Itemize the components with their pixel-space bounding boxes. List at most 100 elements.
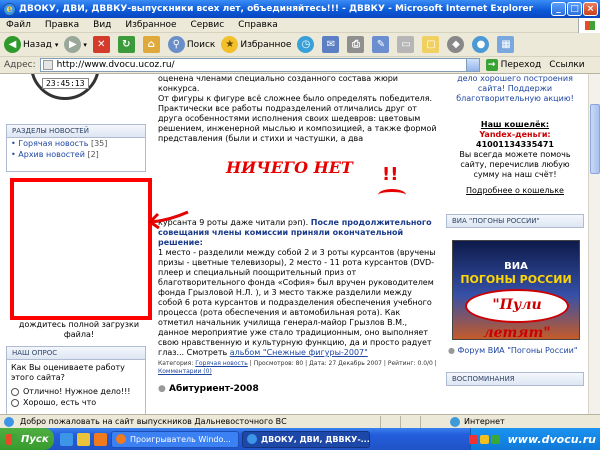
edit-button[interactable]: ✎ (372, 36, 391, 53)
forward-button[interactable]: ▶ ▾ (64, 36, 87, 53)
home-button[interactable]: ⌂ (142, 36, 162, 53)
start-button[interactable]: Пуск (0, 428, 54, 450)
research-icon: ▦ (497, 36, 515, 53)
tray-icon[interactable] (490, 434, 500, 444)
mail-button[interactable]: ✉ (322, 36, 341, 53)
print-button[interactable]: ⎙ (347, 36, 366, 53)
search-label: Поиск (186, 39, 216, 50)
menu-file[interactable]: Файл (6, 20, 31, 30)
back-button[interactable]: ◀ Назад ▾ (4, 36, 58, 53)
security-zone: Интернет (450, 416, 505, 427)
address-url: http://www.dvocu.ucoz.ru/ (56, 60, 175, 70)
news-sections-panel: • Горячая новость [35] • Архив новостей … (6, 138, 146, 172)
taskbar: Пуск Проигрыватель Windo... ДВОКУ, ДВИ, … (0, 428, 600, 450)
address-label: Адрес: (4, 60, 36, 70)
menu-view[interactable]: Вид (93, 20, 111, 30)
media-quicklaunch-icon[interactable] (94, 432, 107, 446)
tray-icon[interactable] (468, 434, 478, 444)
address-dropdown-icon[interactable] (465, 59, 479, 71)
task-media-player[interactable]: Проигрыватель Windo... (111, 430, 239, 448)
page-status-icon (4, 416, 14, 427)
favorites-button[interactable]: ★ Избранное (221, 36, 291, 53)
refresh-button[interactable]: ↻ (117, 36, 137, 53)
poll-panel: Как Вы оцениваете работу этого сайта? От… (6, 360, 146, 414)
desktop-quicklaunch-icon[interactable] (77, 432, 90, 446)
go-label: Переход (500, 60, 542, 70)
discuss-icon: ▭ (397, 36, 415, 53)
nothing-here-overlay: НИЧЕГО НЕТ (226, 158, 353, 177)
task-ie-window[interactable]: ДВОКУ, ДВИ, ДВВКУ-... (242, 430, 370, 448)
system-tray: www.dvocu.ru (468, 428, 600, 450)
comments-link[interactable]: Комментарии (0) (158, 368, 212, 375)
menu-tools[interactable]: Сервис (191, 20, 225, 30)
forward-arrow-icon: ▶ (64, 36, 82, 53)
history-button[interactable]: ◷ (297, 36, 316, 53)
radio-icon[interactable] (11, 387, 19, 396)
left-column: 23:45:13 calo РАЗДЕЛЫ НОВОСТЕЙ • Горячая… (0, 74, 152, 414)
favorites-star-icon: ★ (221, 36, 239, 53)
category-link[interactable]: Горячая новость (195, 360, 248, 367)
address-input[interactable]: http://www.dvocu.ucoz.ru/ (39, 58, 480, 72)
stop-button[interactable]: ✕ (92, 36, 112, 53)
quick-launch (60, 432, 111, 446)
history-icon: ◷ (297, 36, 315, 53)
page-favicon-icon (42, 60, 53, 70)
article-text-1: оценена членами специально созданного со… (158, 74, 398, 93)
title-bar[interactable]: e ДВОКУ, ДВИ, ДВВКУ-выпускники всех лет,… (0, 0, 600, 18)
minimize-button[interactable]: _ (551, 2, 566, 16)
links-button[interactable]: Ссылки (549, 60, 584, 70)
article-text-3: Практически все работы подразделений отл… (158, 104, 437, 143)
next-article-title[interactable]: ● Абитуриент-2008 (154, 384, 442, 394)
tray-icon[interactable] (479, 434, 489, 444)
refresh-icon: ↻ (117, 36, 135, 53)
menu-help[interactable]: Справка (238, 20, 278, 30)
clock-widget: 23:45:13 calo (30, 74, 130, 100)
page-content[interactable]: 23:45:13 calo РАЗДЕЛЫ НОВОСТЕЙ • Горячая… (0, 74, 600, 414)
wallet-number: 41001134335471 (476, 140, 554, 149)
poll-header: НАШ ОПРОС (6, 346, 146, 360)
folder-button[interactable]: ▢ (422, 36, 441, 53)
ie-logo-icon: e (3, 2, 16, 16)
maximize-button[interactable]: □ (567, 2, 582, 16)
ie-quicklaunch-icon[interactable] (60, 432, 73, 446)
scrollbar-thumb[interactable] (590, 104, 600, 174)
research-button[interactable]: ▦ (497, 36, 516, 53)
charity-link[interactable]: дело хорошего построения сайта! Поддержи… (444, 74, 586, 104)
album-link[interactable]: альбом "Снежные фигуры-2007" (230, 348, 368, 357)
back-label: Назад (23, 39, 52, 50)
search-button[interactable]: ⚲ Поиск (167, 36, 216, 53)
red-curve-mark (378, 189, 406, 201)
go-button[interactable]: → Переход (485, 59, 542, 71)
radio-icon[interactable] (11, 398, 19, 407)
via-banner[interactable]: ВИА ПОГОНЫ РОССИИ "Пули летят" (452, 240, 580, 341)
vertical-scrollbar[interactable] (588, 74, 600, 414)
windows-logo-icon (6, 433, 17, 445)
article-text-4: курсанта 9 роты даже читали рэп). После … (158, 218, 432, 247)
menu-edit[interactable]: Правка (45, 20, 79, 30)
forward-dropdown-icon[interactable]: ▾ (83, 41, 87, 49)
memories-header: ВОСПОМИНАНИЯ (446, 372, 584, 386)
article-text-5: 1 место - разделили между собой 2 и 3 ро… (158, 248, 436, 357)
messenger-button[interactable]: ● (472, 36, 491, 53)
close-button[interactable]: × (583, 2, 598, 16)
news-item-hot[interactable]: • Горячая новость [35] (7, 138, 145, 149)
menu-favorites[interactable]: Избранное (125, 20, 176, 30)
wallet-more-link[interactable]: Подробнее о кошельке (444, 186, 586, 196)
folder-icon: ▢ (422, 36, 440, 53)
shield-icon: ◆ (447, 36, 465, 53)
poll-question: Как Вы оцениваете работу этого сайта? (11, 363, 125, 382)
news-sections-header: РАЗДЕЛЫ НОВОСТЕЙ (6, 124, 146, 138)
toolbar: ◀ Назад ▾ ▶ ▾ ✕ ↻ ⌂ ⚲ Поиск ★ Избранное … (0, 33, 600, 57)
media-player-icon (116, 434, 126, 444)
forum-link[interactable]: ● Форум ВИА "Погоны России" (448, 346, 582, 356)
discuss-button[interactable]: ▭ (397, 36, 416, 53)
back-arrow-icon: ◀ (4, 36, 21, 53)
wallet-money: Yandex-деньги: (479, 130, 551, 139)
poll-option-1[interactable]: Отлично! Нужное дело!!! (7, 386, 145, 397)
red-arrow-icon (147, 210, 189, 230)
news-item-archive[interactable]: • Архив новостей [2] (7, 149, 145, 160)
back-dropdown-icon[interactable]: ▾ (55, 41, 59, 49)
shield-button[interactable]: ◆ (447, 36, 466, 53)
poll-option-2[interactable]: Хорошо, есть что (7, 397, 145, 408)
wallet-title: Наш кошелёк: (480, 120, 550, 129)
